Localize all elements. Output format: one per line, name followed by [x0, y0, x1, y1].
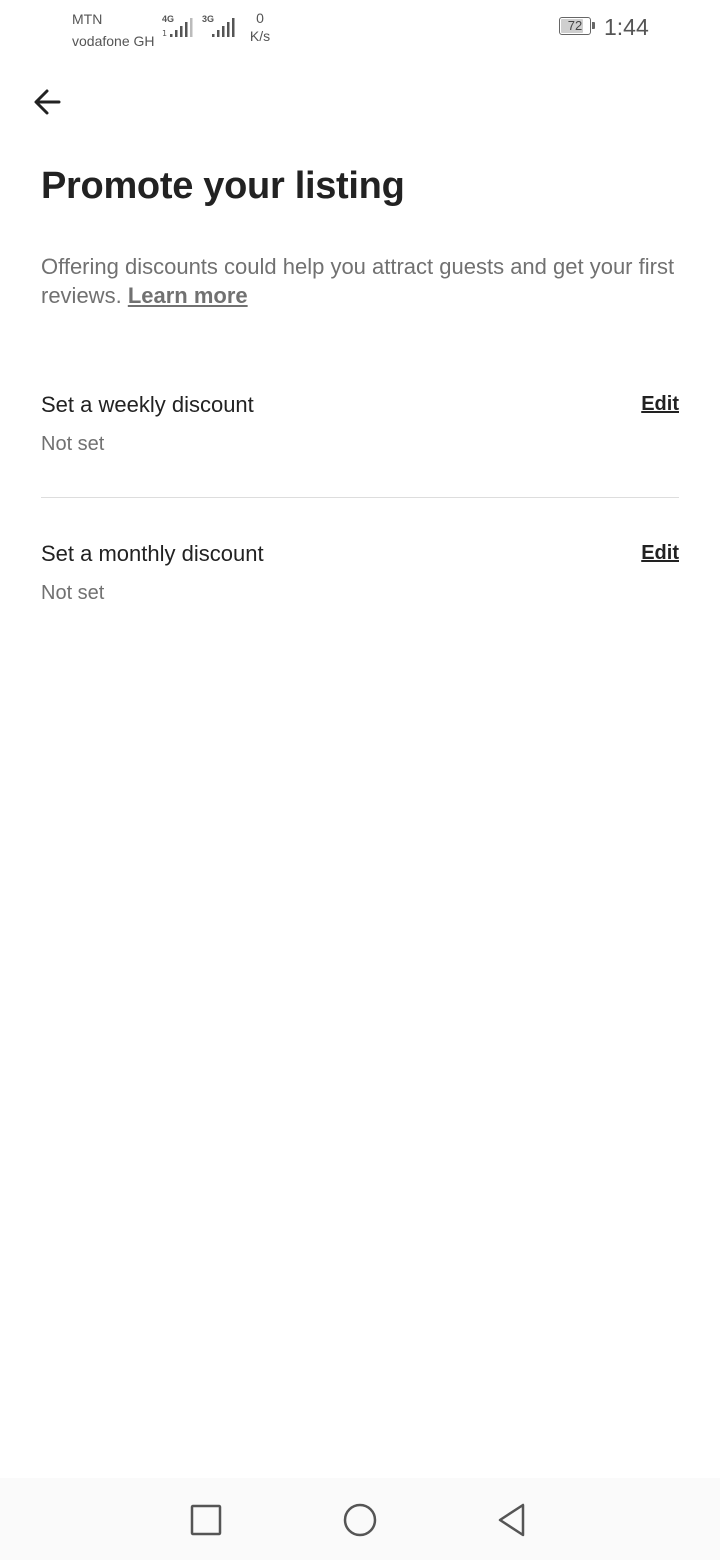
- monthly-discount-edit-button[interactable]: Edit: [641, 539, 679, 567]
- battery-icon: 72: [559, 17, 595, 35]
- speed-unit: K/s: [249, 28, 271, 44]
- carrier-names: MTN vodafone GH: [72, 8, 155, 52]
- network-speed: 0 K/s: [244, 9, 276, 45]
- signal-2-icon: 3G: [202, 14, 238, 38]
- recents-button[interactable]: [182, 1496, 230, 1544]
- carrier-1: MTN: [72, 11, 103, 27]
- battery-level: 72: [567, 18, 583, 33]
- system-navigation-bar: [0, 1478, 720, 1560]
- weekly-discount-value: Not set: [41, 433, 105, 455]
- system-back-button[interactable]: [488, 1496, 536, 1544]
- weekly-discount-title: Set a weekly discount: [41, 392, 254, 417]
- signal-1-icon: 4G 1: [162, 14, 198, 38]
- monthly-discount-title: Set a monthly discount: [41, 541, 264, 566]
- home-button[interactable]: [336, 1496, 384, 1544]
- svg-text:1: 1: [162, 29, 167, 38]
- status-bar: MTN vodafone GH 4G 1 3G 0 K/s 72 1:44: [0, 0, 720, 56]
- triangle-back-icon: [498, 1503, 525, 1537]
- arrow-left-icon: [34, 89, 61, 115]
- square-icon: [190, 1504, 222, 1536]
- divider: [41, 497, 679, 498]
- monthly-discount-row: Set a monthly discount Not set Edit: [41, 539, 679, 629]
- learn-more-link[interactable]: Learn more: [128, 283, 248, 308]
- page-description: Offering discounts could help you attrac…: [41, 252, 681, 310]
- monthly-discount-value: Not set: [41, 582, 105, 604]
- back-button[interactable]: [24, 80, 70, 124]
- speed-value: 0: [256, 10, 264, 26]
- carrier-2: vodafone GH: [72, 33, 155, 49]
- circle-icon: [343, 1503, 377, 1537]
- clock: 1:44: [604, 14, 649, 40]
- page-title: Promote your listing: [41, 165, 405, 207]
- weekly-discount-edit-button[interactable]: Edit: [641, 390, 679, 418]
- weekly-discount-row: Set a weekly discount Not set Edit: [41, 390, 679, 480]
